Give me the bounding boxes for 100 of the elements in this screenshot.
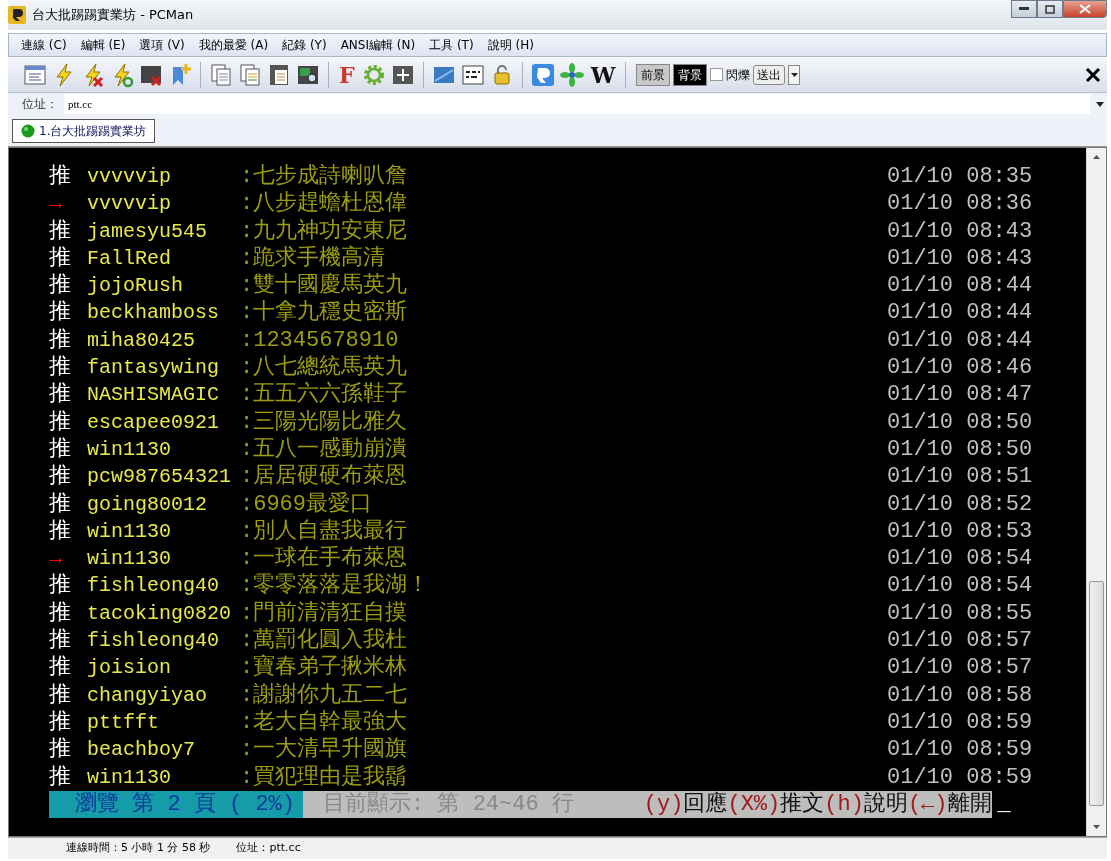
- username: beachboy7: [87, 737, 197, 764]
- push-mark: 推: [49, 326, 72, 355]
- push-mark: 推: [49, 599, 72, 628]
- push-mark: 推: [49, 681, 72, 709]
- menu-item[interactable]: 編輯 (E): [74, 36, 132, 54]
- push-mark: 推: [49, 381, 72, 409]
- scroll-up-icon[interactable]: [1093, 155, 1100, 159]
- comment-text: :居居硬硬布萊恩: [240, 463, 409, 491]
- caret-icon: [790, 72, 798, 77]
- push-mark: 推: [49, 572, 72, 600]
- scrollbar-thumb[interactable]: [1089, 581, 1104, 806]
- reply-arrow: →: [49, 190, 64, 218]
- flower-icon[interactable]: [558, 61, 585, 88]
- username: tacoking0820: [87, 600, 233, 627]
- comment-text: :一球在手布萊恩: [240, 545, 409, 573]
- username: vvvvvip: [87, 191, 172, 218]
- comment-time: 01/10 08:58: [887, 681, 1033, 709]
- comment-time: 01/10 08:43: [887, 244, 1033, 273]
- push-mark: 推: [49, 463, 72, 491]
- username: NASHISMAGIC: [87, 382, 221, 409]
- comment-text: :謝謝你九五二七: [240, 681, 409, 709]
- wiki-button[interactable]: W: [587, 61, 619, 88]
- minimize-icon: [1019, 7, 1029, 11]
- comment-time: 01/10 08:51: [887, 463, 1033, 491]
- key-hint: (←): [907, 790, 948, 818]
- comment-time: 01/10 08:44: [887, 272, 1033, 300]
- comment-time: 01/10 08:57: [887, 654, 1033, 682]
- menu-item[interactable]: ANSI編輯 (N): [334, 36, 422, 54]
- comment-text: :十拿九穩史密斯: [240, 299, 409, 327]
- comment-text: :門前清清狂自摸: [240, 599, 409, 628]
- username: pttfft: [87, 709, 160, 736]
- connection-tab[interactable]: 1.台大批踢踢實業坊: [12, 118, 156, 143]
- push-mark: 推: [49, 736, 72, 764]
- username: win1130: [87, 518, 172, 545]
- comment-text: :買犯理由是我鬍: [240, 763, 409, 791]
- app-logo-icon[interactable]: [529, 61, 556, 88]
- comment-time: 01/10 08:53: [887, 517, 1033, 546]
- copy-icon[interactable]: [208, 61, 234, 88]
- push-mark: 推: [49, 354, 72, 382]
- dropdown-button[interactable]: [788, 64, 801, 85]
- comment-time: 01/10 08:55: [887, 599, 1033, 628]
- scroll-down-icon[interactable]: [1093, 825, 1100, 829]
- address-field[interactable]: ptt.cc: [64, 94, 1090, 114]
- username: jamesyu545: [87, 218, 209, 245]
- push-mark: 推: [49, 708, 72, 737]
- comment-time: 01/10 08:47: [887, 381, 1033, 409]
- comment-time: 01/10 08:36: [887, 190, 1033, 218]
- comment-text: :萬罰化圓入我杜: [240, 627, 409, 654]
- foreground-color-button[interactable]: 前景: [636, 63, 671, 86]
- scrollbar[interactable]: [1086, 148, 1106, 836]
- menu-item[interactable]: 說明 (H): [481, 36, 540, 54]
- username: fishleong40: [87, 628, 221, 655]
- username: win1130: [87, 546, 172, 573]
- username: fishleong40: [87, 573, 221, 600]
- push-mark: 推: [49, 763, 72, 791]
- background-color-button[interactable]: 背景: [673, 63, 708, 86]
- comment-text: :跪求手機高清: [240, 244, 387, 273]
- comment-time: 01/10 08:43: [887, 217, 1033, 245]
- menu-item[interactable]: 選項 (V): [133, 36, 191, 54]
- comment-time: 01/10 08:52: [887, 490, 1033, 518]
- push-mark: 推: [49, 163, 72, 191]
- menu-item[interactable]: 紀錄 (Y): [276, 36, 333, 54]
- comment-text: :八步趕蟾杜恩偉: [240, 190, 409, 218]
- connection-time: 連線時間：5 小時 1 分 58 秒: [66, 840, 211, 857]
- close-button[interactable]: [1063, 0, 1107, 18]
- menu-item[interactable]: 工具 (T): [423, 36, 480, 54]
- close-icon[interactable]: [1085, 66, 1101, 83]
- send-button[interactable]: 送出: [753, 64, 786, 85]
- window-title: 台大批踢踢實業坊 - PCMan: [32, 6, 194, 25]
- comment-text: :一大清早升國旗: [240, 736, 409, 764]
- comment-text: :12345678910: [240, 326, 400, 355]
- status-dot-icon: [21, 123, 35, 138]
- menu-item[interactable]: 我的最愛 (A): [192, 36, 275, 54]
- menu-item[interactable]: 連線 (C): [15, 36, 73, 54]
- key-label: 離開: [947, 790, 992, 818]
- comment-text: :五八一感動崩潰: [240, 435, 409, 463]
- push-mark: 推: [49, 299, 72, 327]
- key-hint: (X%): [727, 790, 781, 818]
- username: going80012: [87, 491, 209, 518]
- comment-time: 01/10 08:50: [887, 408, 1033, 436]
- page-indicator: 瀏覽 第 2 頁 ( 2%): [49, 790, 304, 818]
- comment-text: :七步成詩喇叭詹: [240, 163, 409, 190]
- comment-time: 01/10 08:44: [887, 326, 1033, 355]
- comment-time: 01/10 08:57: [887, 627, 1033, 655]
- push-mark: 推: [49, 244, 72, 273]
- username: win1130: [87, 764, 172, 791]
- dropdown-arrow-icon[interactable]: [1096, 101, 1104, 107]
- minimize-button[interactable]: [1011, 0, 1037, 18]
- blink-checkbox[interactable]: [710, 68, 724, 81]
- font-button[interactable]: F: [336, 61, 358, 88]
- push-mark: 推: [49, 272, 72, 300]
- key-hint: (y): [643, 790, 684, 818]
- username: joision: [87, 655, 172, 682]
- maximize-button[interactable]: [1037, 0, 1063, 18]
- username: fantasywing: [87, 355, 221, 382]
- comment-text: :寶春弟子揪米林: [240, 654, 409, 682]
- blink-label: 閃爍: [726, 66, 751, 84]
- username: escapee0921: [87, 409, 221, 436]
- maximize-icon: [1045, 4, 1055, 14]
- comment-text: :三陽光陽比雅久: [240, 408, 409, 436]
